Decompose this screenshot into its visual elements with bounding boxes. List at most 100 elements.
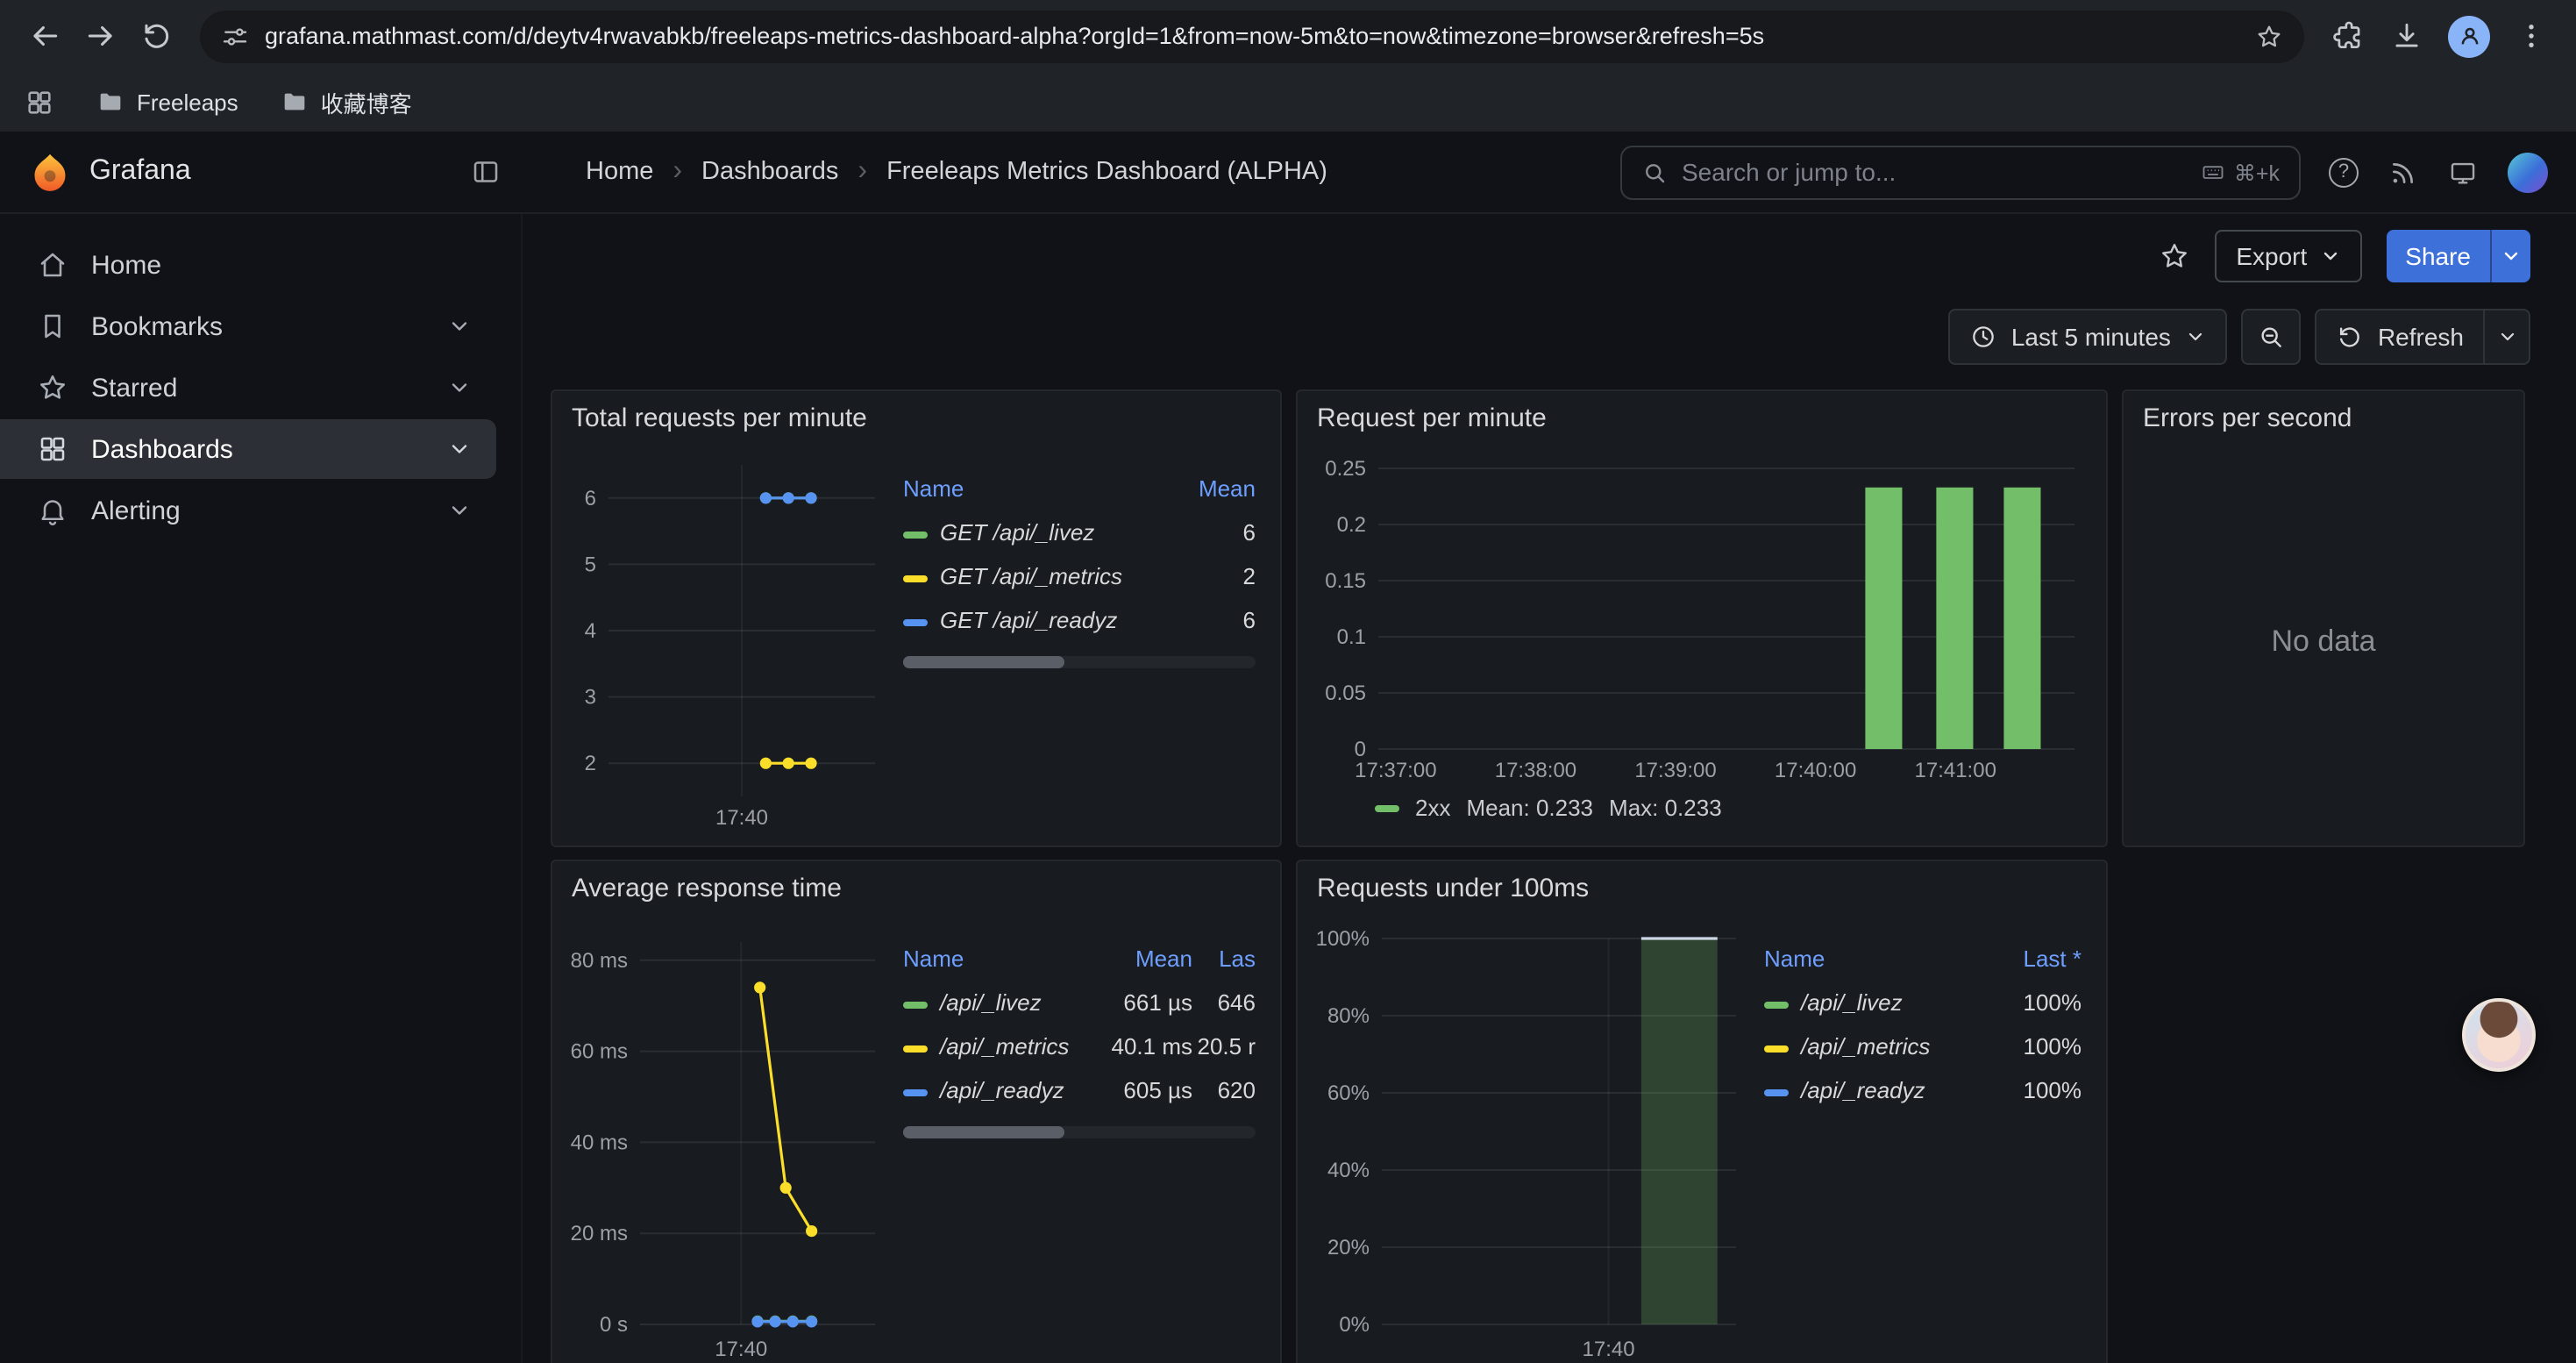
legend-row[interactable]: /api/_readyz 100% — [1764, 1068, 2081, 1112]
legend-table-pane: Name Mean Las /api/_livez 661 µs 646 — [886, 914, 1263, 1363]
series-name: 2xx — [1415, 795, 1450, 821]
legend-row[interactable]: /api/_livez 661 µs 646 — [903, 981, 1256, 1024]
omnibox[interactable] — [200, 10, 2304, 62]
panel-title[interactable]: Requests under 100ms — [1317, 873, 1589, 903]
sidebar-item-bookmarks[interactable]: Bookmarks — [0, 296, 496, 356]
sidebar-item-alerting[interactable]: Alerting — [0, 481, 496, 540]
legend-row[interactable]: /api/_livez 100% — [1764, 981, 2081, 1024]
zoom-out-time-button[interactable] — [2241, 309, 2301, 365]
grafana-logo[interactable] — [28, 150, 72, 194]
person-icon — [2456, 23, 2482, 49]
browser-toolbar — [0, 0, 2576, 72]
timeseries-chart[interactable]: 0 s20 ms40 ms60 ms80 ms17:40 — [563, 914, 886, 1363]
toggle-sidebar-button[interactable] — [470, 156, 502, 188]
panel-title[interactable]: Errors per second — [2143, 403, 2352, 432]
bar-chart[interactable]: 00.050.10.150.20.2517:37:0017:38:0017:39… — [1308, 444, 2085, 791]
extensions-icon[interactable] — [2332, 19, 2366, 53]
browser-menu-icon[interactable] — [2515, 19, 2548, 53]
legend-header-name[interactable]: Name — [903, 935, 1087, 981]
favorite-dashboard-button[interactable] — [2159, 240, 2190, 272]
legend-header-name[interactable]: Name — [1764, 935, 1987, 981]
sidebar-item-label: Dashboards — [91, 434, 233, 464]
sidebar-item-starred[interactable]: Starred — [0, 358, 496, 417]
bar-chart[interactable]: 0%20%40%60%80%100%17:40 — [1308, 914, 1747, 1363]
svg-text:0.05: 0.05 — [1325, 682, 1366, 705]
browser-profile-avatar[interactable] — [2448, 15, 2490, 57]
bookmark-star-icon[interactable] — [2255, 22, 2283, 50]
news-rss-icon[interactable] — [2388, 157, 2418, 187]
legend-table-pane: Name Mean GET /api/_livez 6 GET /api/_me… — [886, 444, 1263, 838]
share-button[interactable]: Share — [2386, 230, 2490, 282]
time-range-picker[interactable]: Last 5 minutes — [1948, 309, 2227, 365]
svg-text:0.2: 0.2 — [1337, 513, 1366, 537]
legend-row[interactable]: /api/_metrics 40.1 ms 20.5 r — [903, 1024, 1256, 1068]
global-search[interactable]: ⌘+k — [1620, 145, 2301, 199]
panel-title[interactable]: Total requests per minute — [572, 403, 867, 432]
back-button[interactable] — [18, 10, 70, 62]
chevron-down-icon[interactable] — [447, 437, 472, 461]
downloads-icon[interactable] — [2390, 19, 2423, 53]
svg-text:0: 0 — [1355, 738, 1366, 761]
panel-title[interactable]: Average response time — [572, 873, 842, 903]
scrollbar-thumb[interactable] — [903, 656, 1065, 668]
apps-grid-icon[interactable] — [25, 87, 54, 117]
user-avatar[interactable] — [2508, 152, 2548, 192]
chevron-down-icon[interactable] — [447, 375, 472, 400]
legend-header-last[interactable]: Last * — [1987, 935, 2081, 981]
bookmarks-bar: Freeleaps 收藏博客 — [0, 72, 2576, 132]
folder-icon — [96, 88, 125, 116]
chevron-down-icon[interactable] — [447, 498, 472, 523]
sidebar-item-label: Starred — [91, 373, 177, 403]
bookmark-item-freeleaps[interactable]: Freeleaps — [96, 88, 238, 116]
legend-header-last[interactable]: Las — [1192, 935, 1256, 981]
scrollbar-thumb[interactable] — [903, 1126, 1065, 1138]
panel-header: Average response time — [552, 861, 1280, 914]
reload-button[interactable] — [130, 10, 182, 62]
svg-text:100%: 100% — [1316, 927, 1370, 951]
share-menu-button[interactable] — [2490, 230, 2530, 282]
grafana-header-actions: ? — [2301, 152, 2576, 192]
breadcrumb-dashboards[interactable]: Dashboards — [701, 158, 838, 186]
timeseries-chart[interactable]: 2345617:40 — [563, 444, 886, 838]
breadcrumb-home[interactable]: Home — [586, 158, 653, 186]
bookmark-item-blog[interactable]: 收藏博客 — [281, 85, 412, 118]
export-button[interactable]: Export — [2215, 230, 2361, 282]
svg-text:2: 2 — [585, 752, 596, 775]
floating-assistant-avatar[interactable] — [2462, 998, 2536, 1072]
series-swatch — [903, 531, 928, 538]
legend-row[interactable]: GET /api/_livez 6 — [903, 510, 1256, 554]
sidebar-item-dashboards[interactable]: Dashboards — [0, 419, 496, 479]
url-input[interactable] — [265, 23, 2239, 49]
legend-scrollbar[interactable] — [903, 656, 1256, 668]
search-input[interactable] — [1682, 158, 2187, 186]
site-settings-icon[interactable] — [221, 22, 249, 50]
time-controls-row: Last 5 minutes Refresh — [523, 298, 2576, 375]
chevron-down-icon[interactable] — [447, 314, 472, 339]
refresh-interval-button[interactable] — [2485, 309, 2530, 365]
star-icon — [37, 372, 68, 403]
legend-header-mean[interactable]: Mean — [1164, 465, 1256, 510]
panel-request-per-minute: Request per minute 00.050.10.150.20.2517… — [1296, 389, 2108, 847]
legend-header-name[interactable]: Name — [903, 465, 1164, 510]
refresh-button[interactable]: Refresh — [2315, 309, 2485, 365]
svg-text:6: 6 — [585, 487, 596, 510]
legend-row[interactable]: /api/_metrics 100% — [1764, 1024, 2081, 1068]
legend-header-mean[interactable]: Mean — [1087, 935, 1192, 981]
panel-title[interactable]: Request per minute — [1317, 403, 1547, 432]
svg-text:3: 3 — [585, 686, 596, 710]
sidebar-item-home[interactable]: Home — [0, 235, 496, 295]
legend-inline[interactable]: 2xx Mean: 0.233 Max: 0.233 — [1308, 795, 2089, 821]
svg-text:17:40: 17:40 — [715, 1338, 767, 1361]
chevron-down-icon — [2319, 246, 2340, 267]
dashboards-grid-icon — [37, 433, 68, 465]
help-icon[interactable]: ? — [2329, 157, 2359, 187]
grafana-brand-name: Grafana — [89, 156, 191, 188]
clock-icon — [1969, 323, 1997, 351]
sidebar-nav: Home Bookmarks Starred Dashboards Alerti… — [0, 214, 523, 1363]
legend-row[interactable]: GET /api/_readyz 6 — [903, 598, 1256, 642]
legend-row[interactable]: GET /api/_metrics 2 — [903, 554, 1256, 598]
legend-row[interactable]: /api/_readyz 605 µs 620 — [903, 1068, 1256, 1112]
display-icon[interactable] — [2448, 157, 2478, 187]
legend-scrollbar[interactable] — [903, 1126, 1256, 1138]
forward-button[interactable] — [74, 10, 126, 62]
